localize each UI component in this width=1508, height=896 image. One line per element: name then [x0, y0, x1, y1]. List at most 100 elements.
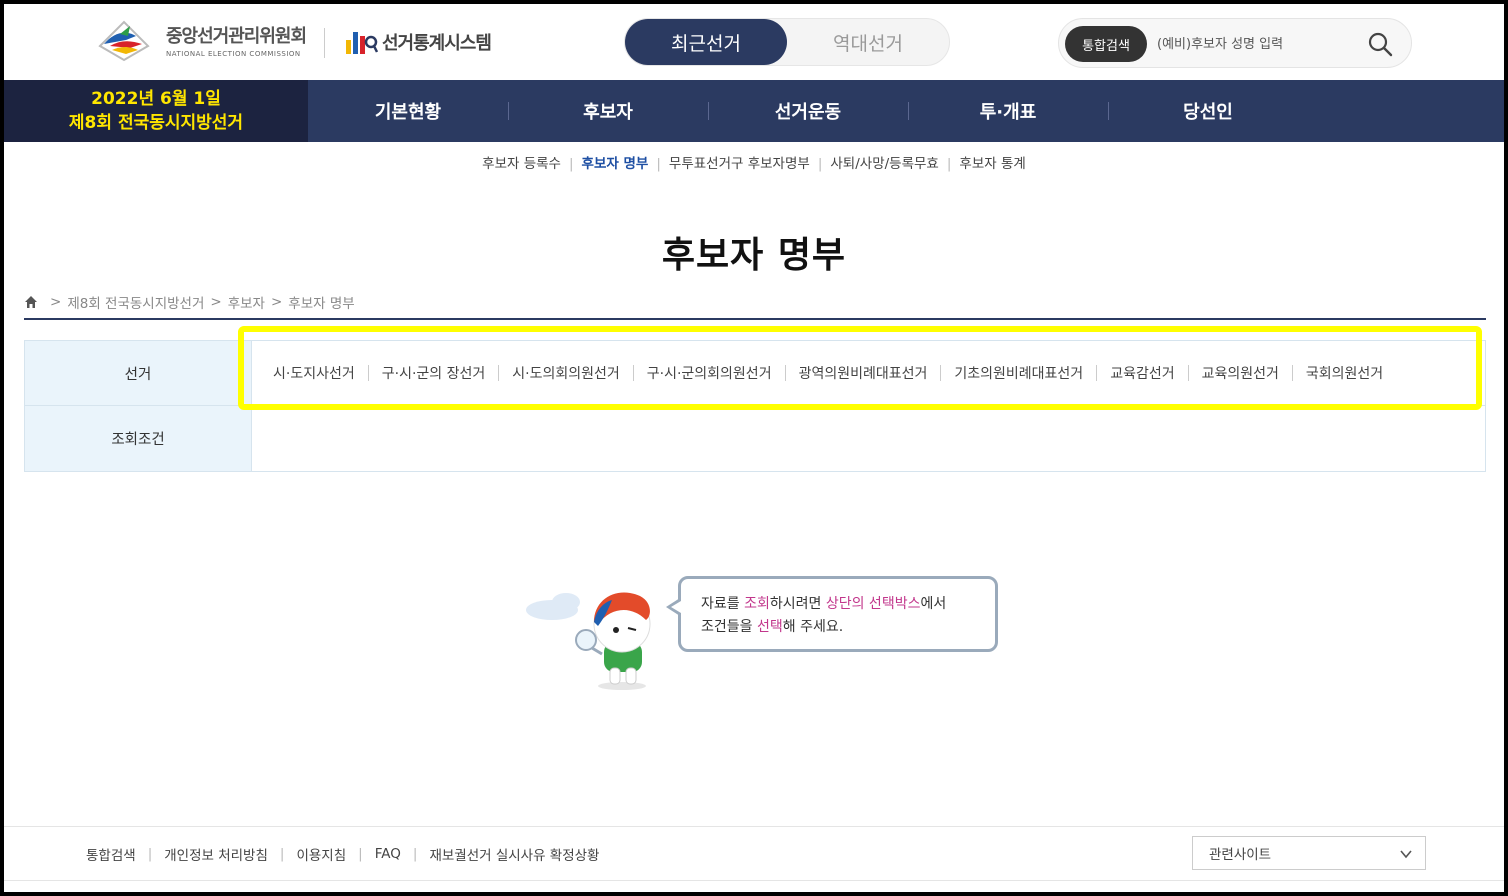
election-option-provincial-proportional[interactable]: 광역의원비례대표선거 — [799, 363, 928, 383]
recent-elections-tab[interactable]: 최근선거 — [625, 19, 787, 65]
breadcrumb-separator: > — [270, 294, 283, 310]
election-options-cell: 시·도지사선거 구·시·군의 장선거 시·도의회의원선거 구·시·군의회의원선거… — [253, 341, 1485, 405]
condition-row: 조회조건 — [25, 406, 1485, 471]
main-nav: 2022년 6월 1일 제8회 전국동시지방선거 기본현황 후보자 선거운동 투… — [4, 80, 1504, 142]
search-scope-tag[interactable]: 통합검색 — [1065, 26, 1147, 62]
footer-link-by-election[interactable]: 재보궐선거 실시사유 확정상황 — [429, 844, 599, 864]
message-text: 에서 — [920, 596, 947, 612]
condition-label: 조회조건 — [25, 406, 252, 471]
search-input[interactable] — [1157, 29, 1357, 59]
message-text: 해 주세요. — [782, 619, 844, 635]
footer-links: 통합검색 | 개인정보 처리방침 | 이용지침 | FAQ | 재보궐선거 실시사유 확… — [86, 844, 599, 864]
footer-separator: | — [358, 846, 363, 862]
option-divider — [1096, 365, 1098, 381]
election-option-local-proportional[interactable]: 기초의원비례대표선거 — [954, 363, 1083, 383]
search-bar: 통합검색 — [1058, 18, 1412, 68]
nav-item-overview[interactable]: 기본현황 — [308, 80, 508, 142]
footer-link-faq[interactable]: FAQ — [375, 846, 401, 862]
subnav-separator: | — [568, 156, 574, 172]
breadcrumb-election[interactable]: 제8회 전국동시지방선거 — [67, 292, 204, 312]
subnav-uncontested-list[interactable]: 무투표선거구 후보자명부 — [669, 156, 810, 172]
election-date: 2022년 6월 1일 — [91, 89, 221, 109]
election-badge[interactable]: 2022년 6월 1일 제8회 전국동시지방선거 — [4, 80, 308, 142]
speech-bubble: 자료를 조회하시려면 상단의 선택박스에서 조건들을 선택해 주세요. — [678, 576, 998, 652]
message-highlight: 선택 — [756, 619, 783, 635]
message-text: 하시려면 — [769, 596, 826, 612]
election-option-governor[interactable]: 시·도지사선거 — [273, 363, 355, 383]
election-option-education-council[interactable]: 교육의원선거 — [1202, 363, 1279, 383]
related-sites-label: 관련사이트 — [1209, 847, 1272, 863]
stat-system-title: 선거통계시스템 — [382, 33, 492, 54]
election-row: 선거 시·도지사선거 구·시·군의 장선거 시·도의회의원선거 구·시·군의회의… — [25, 341, 1485, 406]
stat-system-logo[interactable]: 선거통계시스템 — [344, 28, 492, 56]
nec-logo-subtitle: NATIONAL ELECTION COMMISSION — [166, 50, 301, 58]
option-divider — [367, 365, 369, 381]
nec-logo[interactable]: 중앙선거관리위원회 NATIONAL ELECTION COMMISSION — [90, 16, 307, 64]
main-menu: 기본현황 후보자 선거운동 투·개표 당선인 — [308, 80, 1308, 142]
election-option-mayor[interactable]: 구·시·군의 장선거 — [382, 363, 486, 383]
nec-emblem-icon — [98, 20, 150, 62]
nav-item-campaign[interactable]: 선거운동 — [708, 80, 908, 142]
message-highlight: 상단의 선택박스 — [825, 596, 921, 612]
election-option-local-council[interactable]: 구·시·군의회의원선거 — [647, 363, 772, 383]
election-period-toggle: 최근선거 역대선거 — [624, 18, 950, 66]
page-frame: 중앙선거관리위원회 NATIONAL ELECTION COMMISSION 선… — [4, 4, 1504, 892]
message-highlight: 조회 — [744, 596, 770, 612]
option-divider — [1291, 365, 1293, 381]
speech-bubble-tail-inner — [671, 601, 681, 613]
nav-item-voting-counting[interactable]: 투·개표 — [908, 80, 1108, 142]
breadcrumb-candidates[interactable]: 후보자 — [228, 292, 265, 312]
mascot-icon — [526, 592, 651, 690]
empty-state: 자료를 조회하시려면 상단의 선택박스에서 조건들을 선택해 주세요. — [512, 576, 1012, 696]
election-type-list: 시·도지사선거 구·시·군의 장선거 시·도의회의원선거 구·시·군의회의원선거… — [253, 363, 1383, 383]
breadcrumb-divider — [24, 318, 1486, 320]
nec-logo-title: 중앙선거관리위원회 — [166, 26, 307, 47]
footer-link-privacy[interactable]: 개인정보 처리방침 — [164, 844, 268, 864]
subnav-separator: | — [656, 156, 661, 172]
footer-separator: | — [412, 846, 418, 862]
option-divider — [498, 365, 500, 381]
footer-link-guide[interactable]: 이용지침 — [296, 844, 346, 864]
filter-table: 선거 시·도지사선거 구·시·군의 장선거 시·도의회의원선거 구·시·군의회의… — [24, 340, 1486, 472]
subnav-candidate-list[interactable]: 후보자 명부 — [582, 156, 649, 172]
nav-item-winners[interactable]: 당선인 — [1108, 80, 1308, 142]
footer-separator: | — [279, 846, 285, 862]
message-text: 조건들을 — [701, 619, 757, 635]
footer-separator: | — [147, 846, 153, 862]
nav-item-candidates[interactable]: 후보자 — [508, 80, 708, 142]
sub-nav: 후보자 등록수 | 후보자 명부 | 무투표선거구 후보자명부 | 사퇴/사망/등록무효 | 후… — [4, 152, 1504, 172]
page-title: 후보자 명부 — [661, 235, 847, 276]
breadcrumb-separator: > — [50, 294, 62, 310]
chevron-down-icon — [1400, 850, 1412, 859]
breadcrumb-separator: > — [210, 294, 222, 310]
subnav-candidate-count[interactable]: 후보자 등록수 — [482, 156, 561, 172]
subnav-withdrawn[interactable]: 사퇴/사망/등록무효 — [830, 156, 938, 172]
subnav-candidate-stats[interactable]: 후보자 통계 — [959, 156, 1025, 172]
subnav-separator: | — [817, 156, 823, 172]
condition-cell — [253, 406, 1485, 471]
option-divider — [940, 365, 942, 381]
logo-divider — [324, 28, 325, 58]
breadcrumb-candidate-list: 후보자 명부 — [288, 296, 355, 312]
election-option-superintendent[interactable]: 교육감선거 — [1110, 363, 1174, 383]
empty-message-line1: 자료를 조회하시려면 상단의 선택박스에서 — [701, 593, 995, 616]
election-option-provincial-council[interactable]: 시·도의회의원선거 — [512, 363, 620, 383]
breadcrumb: > 제8회 전국동시지방선거 > 후보자 > 후보자 명부 — [24, 292, 355, 312]
footer-divider — [4, 826, 1504, 827]
footer-link-search[interactable]: 통합검색 — [86, 844, 136, 864]
footer-bottom-divider — [4, 880, 1504, 881]
election-name: 제8회 전국동시지방선거 — [68, 113, 244, 133]
empty-message-line2: 조건들을 선택해 주세요. — [701, 616, 995, 639]
election-option-national-assembly[interactable]: 국회의원선거 — [1306, 363, 1383, 383]
election-label: 선거 — [25, 341, 252, 405]
bar-chart-icon — [346, 32, 378, 54]
subnav-separator: | — [946, 156, 952, 172]
option-divider — [784, 365, 786, 381]
message-text: 자료를 — [701, 596, 745, 612]
past-elections-tab[interactable]: 역대선거 — [787, 19, 949, 65]
search-icon[interactable] — [1367, 31, 1393, 57]
home-icon[interactable] — [24, 295, 38, 309]
option-divider — [632, 365, 634, 381]
option-divider — [1187, 365, 1189, 381]
related-sites-select[interactable]: 관련사이트 — [1192, 836, 1426, 870]
